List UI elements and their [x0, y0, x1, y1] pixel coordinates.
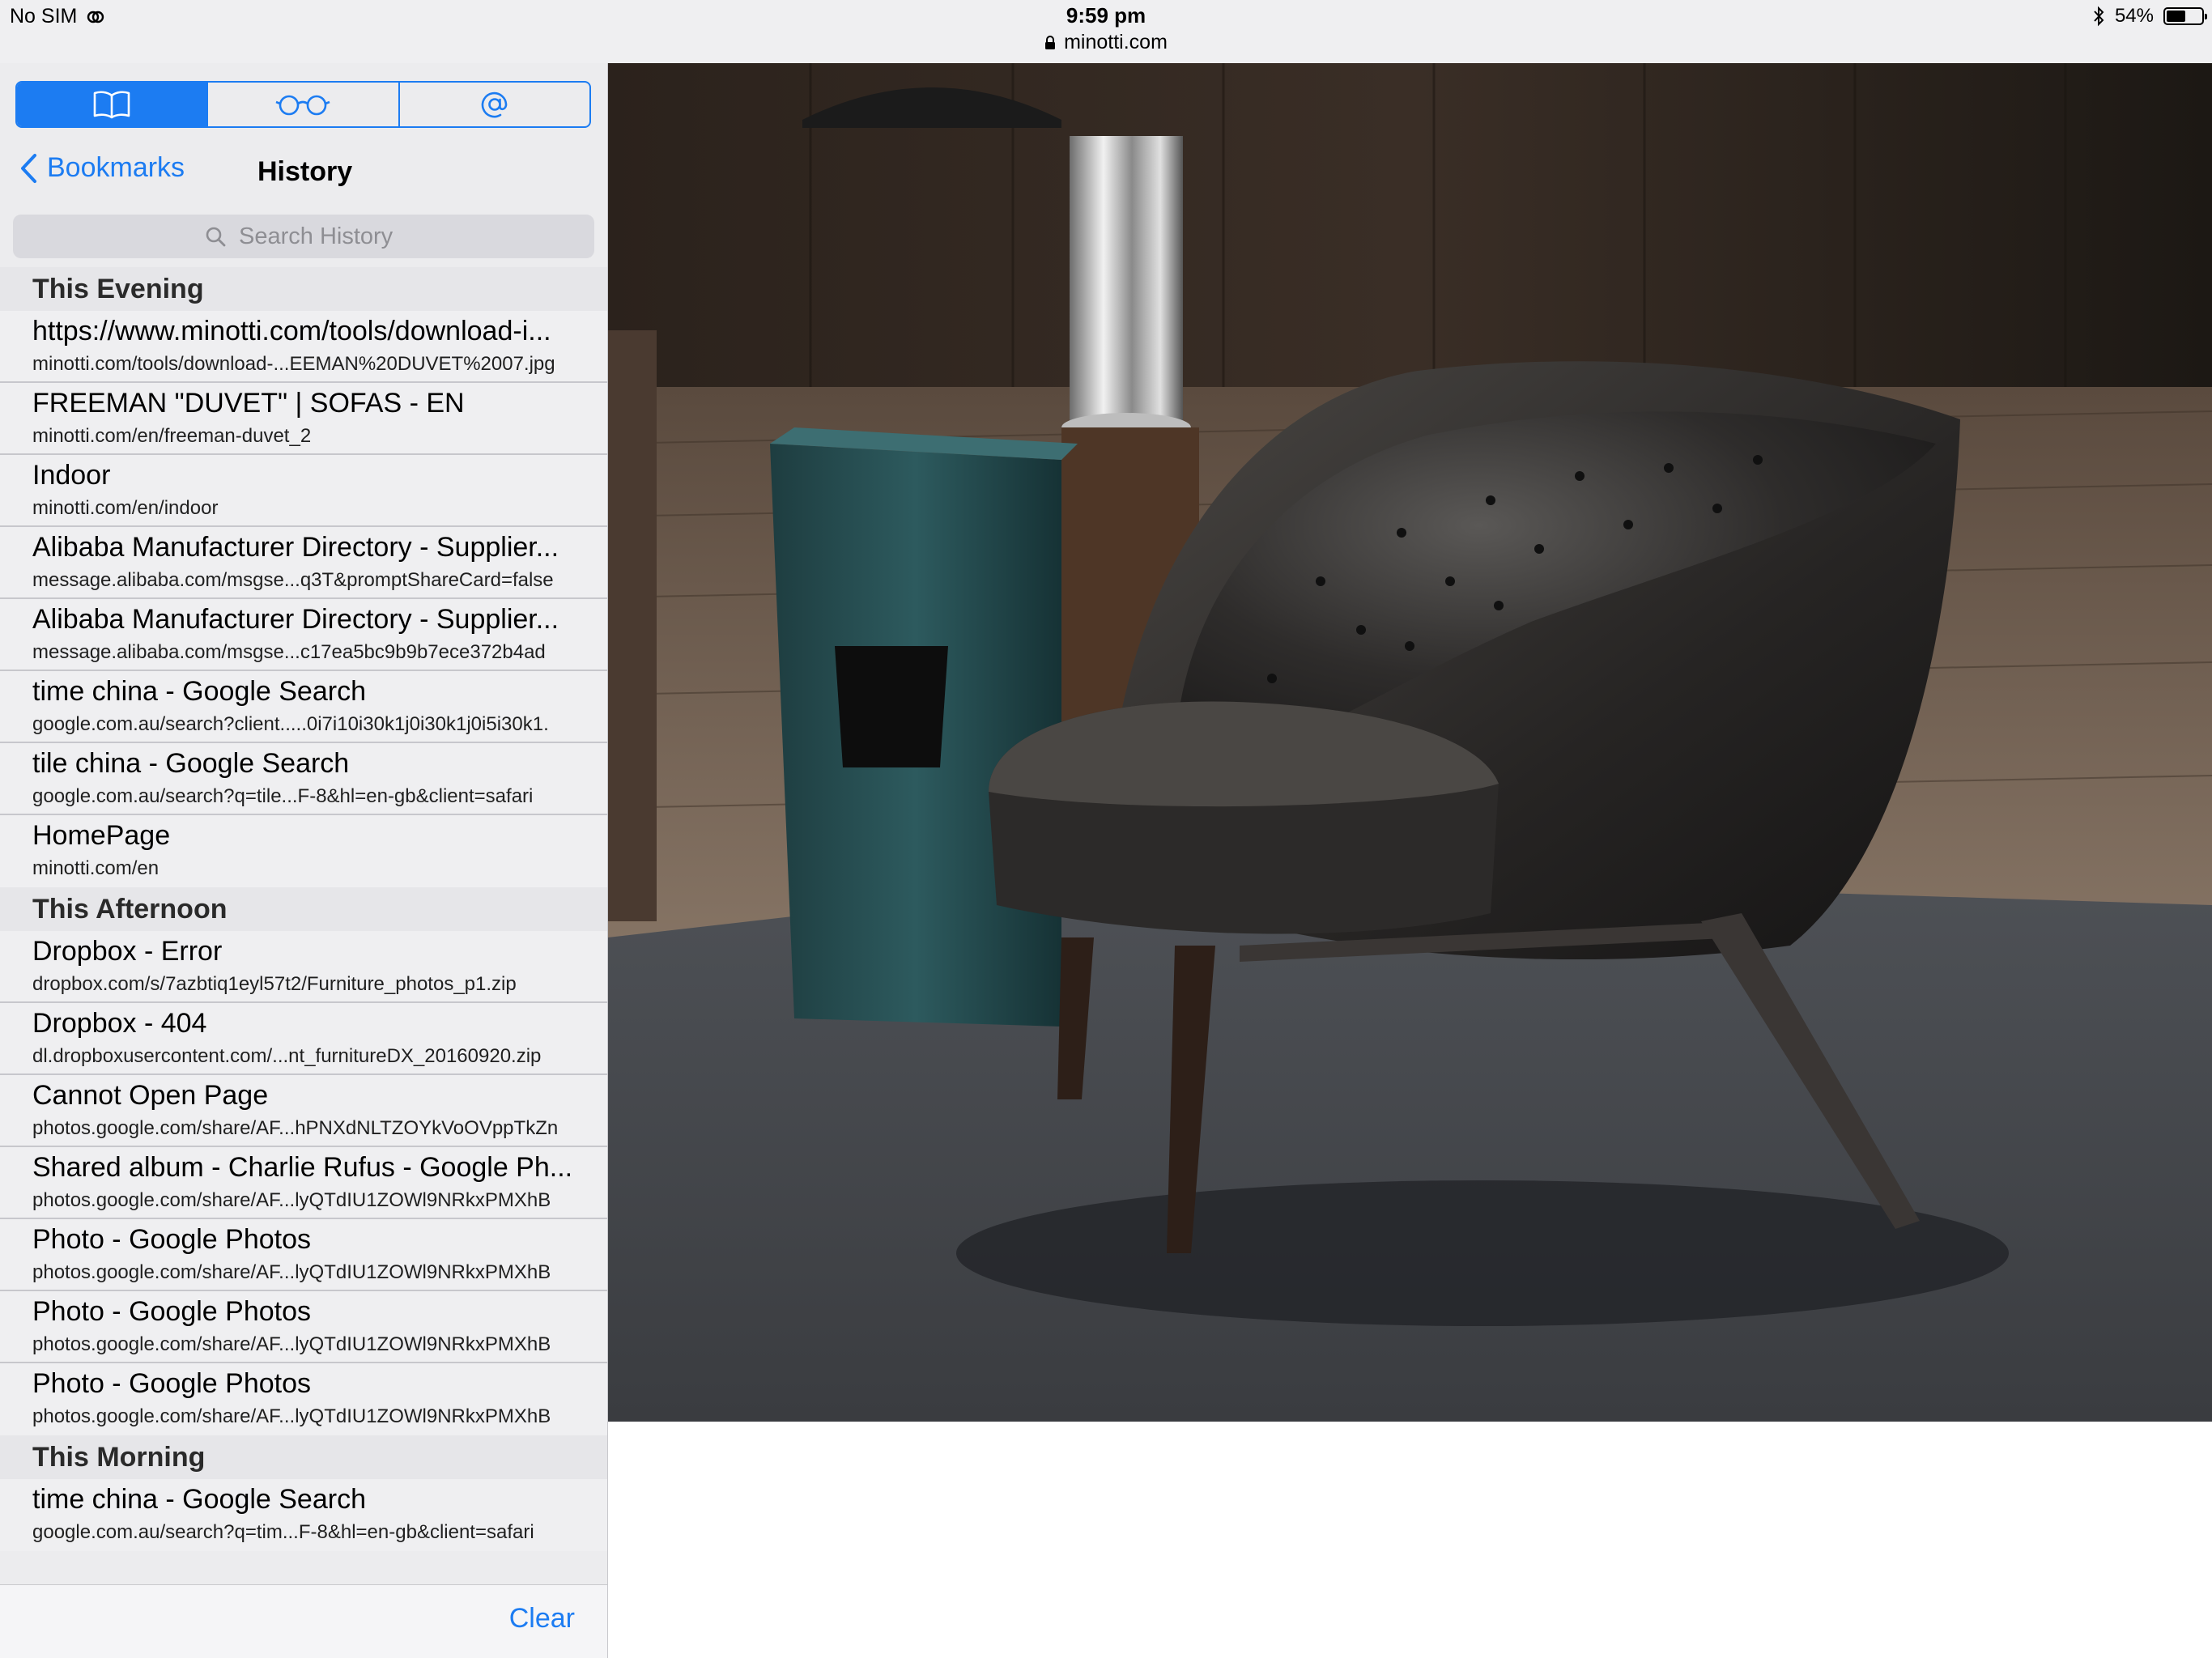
- history-item-title: Dropbox - Error: [32, 936, 223, 967]
- history-item-title: Photo - Google Photos: [32, 1224, 312, 1255]
- back-button-label: Bookmarks: [47, 152, 185, 183]
- lock-icon: [1045, 35, 1056, 49]
- history-item-title: Photo - Google Photos: [32, 1296, 312, 1327]
- sidebar-segmented-control: [15, 81, 591, 128]
- clear-history-button[interactable]: Clear: [509, 1603, 575, 1635]
- book-icon: [93, 91, 130, 119]
- history-item[interactable]: Dropbox - Error dropbox.com/s/7azbtiq1ey…: [0, 931, 607, 1003]
- search-icon: [206, 227, 226, 247]
- section-header-this-evening: This Evening: [0, 267, 607, 311]
- history-item-url: dl.dropboxusercontent.com/...nt_furnitur…: [32, 1045, 542, 1067]
- clock: 9:59 pm: [1066, 3, 1146, 28]
- glasses-icon: [276, 95, 330, 116]
- history-item-url: photos.google.com/share/AF...lyQTdIU1ZOW…: [32, 1405, 551, 1427]
- back-to-bookmarks-button[interactable]: Bookmarks: [19, 152, 185, 184]
- history-item[interactable]: https://www.minotti.com/tools/download-i…: [0, 311, 607, 383]
- history-item-url: message.alibaba.com/msgse...c17ea5bc9b9b…: [32, 641, 546, 663]
- history-item-title: tile china - Google Search: [32, 748, 350, 779]
- battery-percent: 54%: [2114, 5, 2154, 27]
- history-item-title: Alibaba Manufacturer Directory - Supplie…: [32, 532, 559, 563]
- history-item-title: https://www.minotti.com/tools/download-i…: [32, 316, 551, 346]
- history-item[interactable]: Alibaba Manufacturer Directory - Supplie…: [0, 599, 607, 671]
- history-item[interactable]: Photo - Google Photos photos.google.com/…: [0, 1291, 607, 1363]
- sidebar-footer: Clear: [0, 1584, 607, 1658]
- history-item-title: FREEMAN "DUVET" | SOFAS - EN: [32, 388, 465, 419]
- web-content-area[interactable]: [608, 63, 2212, 1422]
- sidebar-nav-bar: Bookmarks History: [0, 142, 607, 199]
- history-item-title: Shared album - Charlie Rufus - Google Ph…: [32, 1152, 573, 1183]
- history-item-url: photos.google.com/share/AF...lyQTdIU1ZOW…: [32, 1189, 551, 1211]
- address-bar-url: minotti.com: [1064, 31, 1168, 53]
- bluetooth-icon: [2094, 6, 2104, 27]
- armchair-photo: [608, 63, 2212, 1422]
- history-item[interactable]: tile china - Google Search google.com.au…: [0, 743, 607, 815]
- chevron-left-icon: [21, 153, 36, 183]
- tab-shared-links[interactable]: [400, 83, 589, 126]
- history-item-url: google.com.au/search?q=tim...F-8&hl=en-g…: [32, 1521, 534, 1543]
- history-item-url: dropbox.com/s/7azbtiq1eyl57t2/Furniture_…: [32, 973, 517, 995]
- history-item[interactable]: Cannot Open Page photos.google.com/share…: [0, 1075, 607, 1147]
- history-item-title: time china - Google Search: [32, 1484, 366, 1515]
- battery-level: [2167, 11, 2185, 22]
- history-item[interactable]: Indoor minotti.com/en/indoor: [0, 455, 607, 527]
- section-header-this-afternoon: This Afternoon: [0, 887, 607, 931]
- history-item-url: message.alibaba.com/msgse...q3T&promptSh…: [32, 569, 554, 591]
- tab-reading-list[interactable]: [208, 83, 400, 126]
- search-history-field[interactable]: [13, 215, 594, 258]
- history-sidebar: Bookmarks History This Evening https://w…: [0, 63, 608, 1658]
- status-right: 54%: [2092, 5, 2207, 28]
- history-item-title: time china - Google Search: [32, 676, 366, 707]
- battery-icon: [2163, 7, 2207, 25]
- history-item-url: google.com.au/search?client.....0i7i10i3…: [32, 713, 549, 735]
- history-item-title: Photo - Google Photos: [32, 1368, 312, 1399]
- history-item-title: HomePage: [32, 820, 171, 851]
- history-item[interactable]: Dropbox - 404 dl.dropboxusercontent.com/…: [0, 1003, 607, 1075]
- history-item[interactable]: HomePage minotti.com/en: [0, 815, 607, 887]
- page-title: History: [257, 156, 353, 187]
- history-item-title: Indoor: [32, 460, 111, 491]
- history-item-title: Alibaba Manufacturer Directory - Supplie…: [32, 604, 559, 635]
- history-item-url: google.com.au/search?q=tile...F-8&hl=en-…: [32, 785, 534, 807]
- history-item-url: minotti.com/en/freeman-duvet_2: [32, 425, 312, 447]
- tab-bookmarks[interactable]: [17, 83, 209, 126]
- history-item[interactable]: Photo - Google Photos photos.google.com/…: [0, 1363, 607, 1435]
- history-item[interactable]: Alibaba Manufacturer Directory - Supplie…: [0, 527, 607, 599]
- at-icon: [481, 91, 508, 118]
- history-item-url: minotti.com/en/indoor: [32, 497, 219, 519]
- history-item-url: minotti.com/en: [32, 857, 160, 879]
- address-bar[interactable]: minotti.com: [0, 31, 2212, 54]
- section-header-this-morning: This Morning: [0, 1435, 607, 1479]
- history-item[interactable]: time china - Google Search google.com.au…: [0, 1479, 607, 1551]
- status-bar: No SIM 9:59 pm minotti.com 54%: [0, 0, 2212, 63]
- history-item[interactable]: Photo - Google Photos photos.google.com/…: [0, 1219, 607, 1291]
- history-list: This Evening https://www.minotti.com/too…: [0, 267, 607, 1551]
- history-item-url: photos.google.com/share/AF...lyQTdIU1ZOW…: [32, 1261, 551, 1283]
- history-item-url: photos.google.com/share/AF...hPNXdNLTZOY…: [32, 1117, 559, 1139]
- history-item-title: Dropbox - 404: [32, 1008, 207, 1039]
- history-item[interactable]: Shared album - Charlie Rufus - Google Ph…: [0, 1147, 607, 1219]
- history-item[interactable]: FREEMAN "DUVET" | SOFAS - EN minotti.com…: [0, 383, 607, 455]
- history-item-url: photos.google.com/share/AF...lyQTdIU1ZOW…: [32, 1333, 551, 1355]
- history-item[interactable]: time china - Google Search google.com.au…: [0, 671, 607, 743]
- history-item-url: minotti.com/tools/download-...EEMAN%20DU…: [32, 353, 555, 375]
- search-history-input[interactable]: [237, 222, 402, 251]
- history-item-title: Cannot Open Page: [32, 1080, 269, 1111]
